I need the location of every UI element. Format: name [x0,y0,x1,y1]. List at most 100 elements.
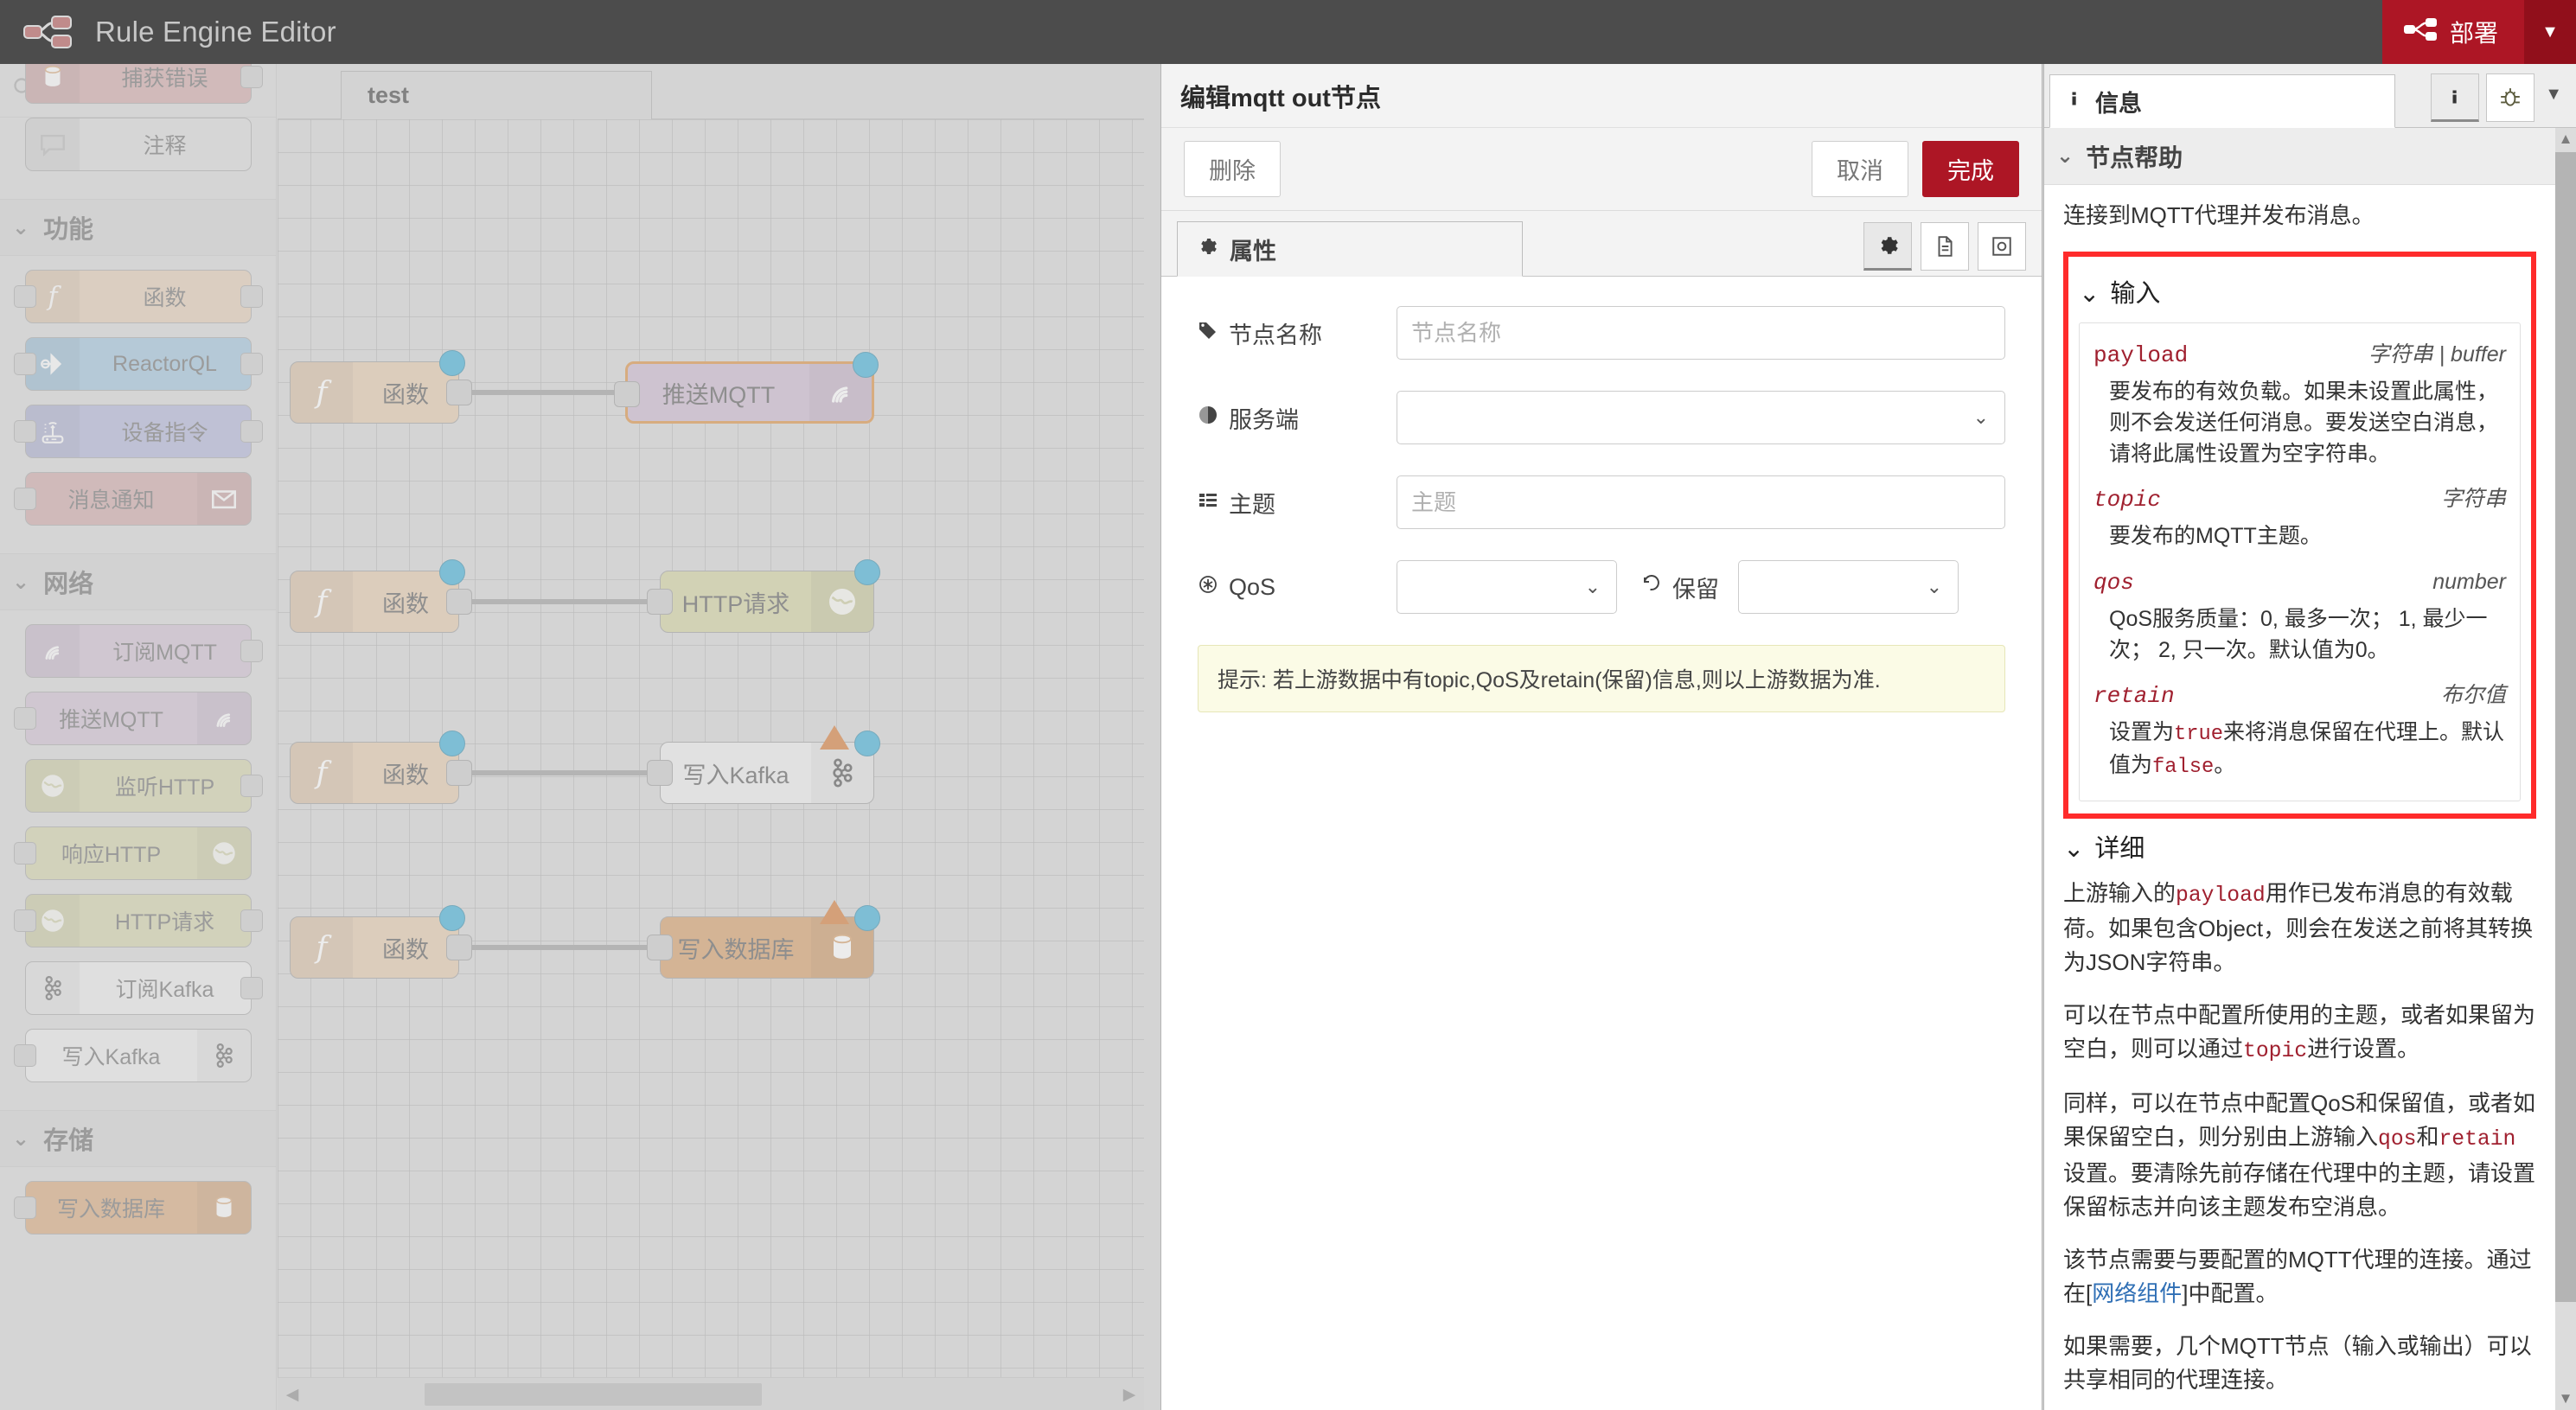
palette-node-ReactorQL[interactable]: ReactorQL [13,337,263,391]
flow-grid[interactable]: f 函数 推送MQTT f 函数 HTTP请求 f 函数 写入Kafka f 函数 写入… [278,119,1144,1377]
node-output-port[interactable] [240,285,263,308]
description-icon-button[interactable] [1921,222,1969,271]
flow-tab-test[interactable]: test [341,71,652,119]
paragraph-text: 如果需要，几个MQTT节点（输入或输出）可以共享相同的代理连接。 [2063,1332,2532,1393]
node-input-port[interactable] [647,760,673,786]
deploy-label: 部署 [2449,20,2498,47]
palette-group-存储[interactable]: ⌄ 存储 [0,1110,276,1167]
canvas-scroll-right-arrow[interactable]: ▶ [1115,1378,1144,1410]
tab-info[interactable]: 信息 [2049,74,2395,128]
flow-node-函数[interactable]: f 函数 [290,905,472,979]
flow-node-写入Kafka[interactable]: 写入Kafka [647,725,880,804]
palette-node-函数[interactable]: f 函数 [13,270,263,323]
deploy-dropdown-caret[interactable]: ▼ [2524,0,2576,64]
palette-node-监听HTTP[interactable]: 监听HTTP [24,759,263,813]
info-icon-button[interactable] [2431,73,2480,122]
flow-node-推送MQTT[interactable]: 推送MQTT [614,352,879,424]
palette-group-网络[interactable]: ⌄ 网络 [0,553,276,610]
deploy-button[interactable]: 部署 [2381,0,2524,64]
info-scroll-up-arrow[interactable]: ▲ [2555,128,2576,150]
node-output-port[interactable] [446,380,472,405]
appearance-icon-button[interactable] [1978,222,2026,271]
flow-wire[interactable] [459,599,660,604]
tab-properties[interactable]: 属性 [1177,221,1523,277]
node-input-port[interactable] [647,589,673,615]
palette-group-功能[interactable]: ⌄ 功能 [0,199,276,256]
inline-code: topic [2243,1039,2308,1064]
palette-node-消息通知[interactable]: 消息通知 [13,472,252,526]
section-input[interactable]: ⌄ 输入 [2079,276,2521,314]
canvas-hscroll-thumb[interactable] [425,1383,762,1406]
node-output-port[interactable] [240,775,263,797]
node-input-port[interactable] [13,707,36,730]
node-output-port[interactable] [446,935,472,960]
node-output-port[interactable] [446,589,472,615]
node-output-port[interactable] [240,353,263,375]
palette-node-写入数据库[interactable]: 写入数据库 [13,1181,252,1235]
mqtt-icon [25,625,80,677]
server-select[interactable]: ⌄ [1397,391,2005,444]
flow-wire[interactable] [459,945,660,950]
node-input-port[interactable] [13,488,36,510]
palette-node-写入Kafka[interactable]: 写入Kafka [13,1029,252,1082]
palette-node-订阅MQTT[interactable]: 订阅MQTT [24,624,263,678]
palette-node-推送MQTT[interactable]: 推送MQTT [13,692,252,745]
node-input-port[interactable] [614,381,640,407]
palette-node-捕获错误[interactable]: 捕获错误 [24,64,263,104]
info-scrollbar-thumb[interactable] [2555,152,2576,1302]
flow-node-写入数据库[interactable]: 写入数据库 [647,900,880,979]
cancel-button[interactable]: 取消 [1812,141,1908,197]
node-output-port[interactable] [240,66,263,88]
canvas-horizontal-scrollbar[interactable]: ◀ ▶ [278,1377,1144,1410]
app-logo-area: Rule Engine Editor [0,14,336,50]
node-output-port[interactable] [240,909,263,932]
flow-wire[interactable] [459,770,660,775]
chevron-down-icon: ⌄ [1972,406,1989,428]
palette-scroll-region[interactable]: 捕获错误 注释 ⌄ 功能 f 函数 ReactorQL 设备指令 消息通知 ⌄ 网… [0,64,276,1410]
qos-select[interactable]: ⌄ [1397,560,1617,614]
node-input-port[interactable] [13,1196,36,1219]
globe-icon [196,827,251,879]
done-button[interactable]: 完成 [1922,141,2019,197]
palette-node-注释[interactable]: 注释 [24,118,252,171]
palette-node-响应HTTP[interactable]: 响应HTTP [13,826,252,880]
dialog-tool-buttons [1863,222,2026,271]
node-output-port[interactable] [240,640,263,662]
gear-icon-button[interactable] [1863,222,1912,271]
node-input-port[interactable] [13,285,36,308]
flow-node-函数[interactable]: f 函数 [290,350,472,424]
label-node-name: 节点名称 [1198,316,1397,350]
retain-select[interactable]: ⌄ [1738,560,1959,614]
palette-node-订阅Kafka[interactable]: 订阅Kafka [24,961,263,1015]
section-detail[interactable]: ⌄ 详细 [2063,831,2536,869]
node-input-port[interactable] [13,909,36,932]
delete-button[interactable]: 删除 [1184,141,1281,197]
canvas-scroll-left-arrow[interactable]: ◀ [278,1378,307,1410]
node-output-port[interactable] [240,420,263,443]
node-name-input[interactable] [1397,306,2005,360]
node-input-port[interactable] [13,420,36,443]
retain-icon [1641,574,1662,601]
flow-wire[interactable] [459,390,625,395]
node-input-port[interactable] [647,935,673,960]
label-topic: 主题 [1198,486,1397,520]
palette-node-设备指令[interactable]: 设备指令 [13,405,263,458]
node-input-port[interactable] [13,1044,36,1067]
info-scroll-down-arrow[interactable]: ▼ [2555,1388,2576,1410]
flow-node-函数[interactable]: f 函数 [290,559,472,633]
topic-input[interactable] [1397,475,2005,529]
info-panel-collapse-caret[interactable]: ▼ [2541,85,2571,112]
flow-node-HTTP请求[interactable]: HTTP请求 [647,559,880,633]
info-scrollbar[interactable]: ▲ ▼ [2555,128,2576,1410]
debug-bug-icon-button[interactable] [2486,73,2535,122]
palette-node-HTTP请求[interactable]: HTTP请求 [13,894,263,947]
node-output-port[interactable] [446,760,472,786]
node-input-port[interactable] [13,353,36,375]
node-input-port[interactable] [13,842,36,865]
flow-node-函数[interactable]: f 函数 [290,731,472,804]
network-components-link[interactable]: 网络组件 [2092,1280,2182,1306]
property-item-qos: qos number QoS服务质量：0, 最多一次； 1, 最少一次； 2, … [2093,566,2506,673]
info-scroll-region[interactable]: ⌄ 节点帮助 连接到MQTT代理并发布消息。 ⌄ 输入 payload 字符串 … [2044,128,2555,1410]
section-node-help[interactable]: ⌄ 节点帮助 [2044,128,2555,185]
node-output-port[interactable] [240,977,263,999]
